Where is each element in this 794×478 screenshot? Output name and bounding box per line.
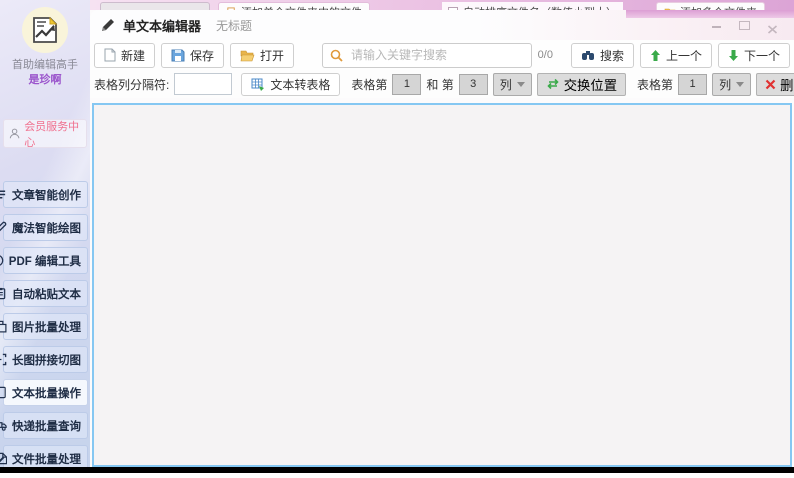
pencil-icon (102, 19, 114, 31)
previous-button-label: 上一个 (665, 48, 702, 63)
swap-position-label: 交换位置 (563, 77, 618, 93)
text-to-table-label: 文本转表格 (270, 77, 331, 92)
app-logo-icon (22, 7, 68, 53)
save-button-label: 保存 (190, 48, 215, 63)
member-service-center-label: 会员服务中心 (24, 120, 80, 149)
partial-button[interactable] (100, 2, 210, 10)
column-c-input[interactable] (678, 73, 708, 95)
column-a-input[interactable] (392, 73, 422, 95)
clipboard-icon (0, 287, 6, 300)
panel-title: 单文本编辑器 (123, 18, 202, 34)
separator-input[interactable] (174, 73, 233, 95)
images-icon (0, 320, 7, 333)
person-icon (9, 128, 20, 139)
column-unit-dropdown-b[interactable]: 列 (712, 72, 752, 96)
auto-sort-checkbox-group[interactable]: 自动排序文件名（数值小到大） (442, 2, 623, 10)
maximize-button[interactable] (739, 21, 750, 30)
add-multiple-folders-button[interactable]: 添加多个文件夹 (656, 2, 765, 10)
sidebar-item-label: 魔法智能绘图 (12, 222, 81, 235)
previous-button[interactable]: 上一个 (639, 42, 712, 68)
column-b-input[interactable] (458, 73, 488, 95)
column-unit-dropdown-a[interactable]: 列 (492, 72, 532, 96)
sidebar-menu: 文章智能创作 魔法智能绘图 PDF 编辑工具 自动粘贴文本 图片批量处理 长图拼… (0, 181, 88, 478)
table-toolbar: 表格列分隔符: 文本转表格 表格第 和 第 列 交换位置 表格第 列 删除 文本… (90, 70, 794, 98)
truck-icon (0, 422, 7, 431)
bottom-edge-bar (0, 467, 794, 473)
sidebar-item-label: 文件批量处理 (12, 453, 81, 466)
sidebar-item-magic-ai-drawing[interactable]: 魔法智能绘图 (0, 214, 88, 241)
delete-x-icon (765, 79, 776, 89)
table-no-label-a: 表格第 (351, 77, 388, 92)
column-unit-label-b: 列 (719, 77, 732, 92)
open-button[interactable]: 打开 (230, 42, 295, 68)
table-no-label-b: 表格第 (637, 77, 674, 92)
sidebar-item-label: 文章智能创作 (12, 189, 81, 202)
file-toolbar: 新建 保存 打开 0/0 搜索 上一个 下一个 (90, 40, 794, 70)
search-box (322, 42, 532, 68)
table-convert-icon (251, 78, 265, 91)
close-button[interactable] (767, 21, 778, 34)
sidebar-item-label: 文本批量操作 (12, 387, 81, 400)
lines-icon (0, 190, 6, 199)
search-button-label: 搜索 (599, 48, 624, 63)
window-controls (711, 21, 778, 34)
search-button[interactable]: 搜索 (570, 42, 634, 68)
crop-frame-icon (0, 353, 7, 366)
app-name: 首助编辑高手 (12, 59, 78, 71)
save-button[interactable]: 保存 (161, 42, 225, 68)
save-icon (171, 49, 185, 62)
sidebar-item-text-batch-operations[interactable]: 文本批量操作 (0, 379, 88, 406)
arrow-up-icon (650, 49, 660, 61)
chevron-down-icon (516, 81, 525, 87)
arrow-down-icon (728, 49, 738, 61)
new-button[interactable]: 新建 (94, 42, 156, 68)
circle-a-icon (0, 255, 4, 266)
sidebar-item-label: 快递批量查询 (12, 420, 81, 433)
outer-window-edge (626, 10, 794, 18)
search-input[interactable] (349, 47, 524, 63)
sidebar-item-label: PDF 编辑工具 (8, 255, 81, 268)
minimize-button[interactable] (711, 21, 722, 30)
user-name: 是珍啊 (28, 74, 62, 86)
sidebar-item-label: 图片批量处理 (12, 321, 81, 334)
search-icon (330, 49, 343, 62)
binoculars-icon (581, 50, 594, 60)
swap-icon (547, 78, 559, 90)
swap-position-button[interactable]: 交换位置 (536, 72, 627, 96)
next-button-label: 下一个 (743, 48, 780, 63)
new-file-icon (104, 48, 116, 62)
pen-icon (0, 221, 7, 232)
sidebar: 首助编辑高手 是珍啊 会员服务中心 文章智能创作 魔法智能绘图 PDF 编辑工具… (0, 0, 90, 472)
file-edit-icon (0, 452, 7, 465)
delete-button[interactable]: 删除 (756, 72, 794, 96)
open-folder-icon (240, 50, 255, 61)
new-button-label: 新建 (121, 48, 146, 63)
sidebar-item-long-image-stitch-cut[interactable]: 长图拼接切图 (0, 346, 88, 373)
editor-content[interactable] (92, 103, 792, 467)
sidebar-item-pdf-tools[interactable]: PDF 编辑工具 (0, 247, 88, 274)
member-service-center-button[interactable]: 会员服务中心 (3, 119, 87, 149)
next-button[interactable]: 下一个 (717, 42, 790, 68)
notebook-icon (0, 386, 6, 399)
separator-label: 表格列分隔符: (94, 77, 170, 92)
sidebar-item-auto-paste-text[interactable]: 自动粘贴文本 (0, 280, 88, 307)
sidebar-item-article-ai-writing[interactable]: 文章智能创作 (0, 181, 88, 208)
close-icon (767, 25, 778, 34)
column-unit-label-a: 列 (499, 77, 512, 92)
chevron-down-icon (736, 81, 745, 87)
text-to-table-button[interactable]: 文本转表格 (241, 72, 341, 96)
outer-window-toolbar: 添加单个文件夹中的文件 自动排序文件名（数值小到大） 添加多个文件夹 (90, 0, 794, 10)
sidebar-item-label: 长图拼接切图 (12, 354, 81, 367)
document-title: 无标题 (216, 18, 253, 33)
open-button-label: 打开 (260, 48, 285, 63)
delete-button-label: 删除 (780, 77, 794, 93)
sidebar-item-express-batch-query[interactable]: 快递批量查询 (0, 412, 88, 439)
editor-panel-titlebar: 单文本编辑器 无标题 (90, 10, 794, 40)
sidebar-item-label: 自动粘贴文本 (12, 288, 81, 301)
app-logo (21, 6, 69, 54)
search-match-count: 0/0 (537, 49, 553, 61)
add-single-folder-files-button[interactable]: 添加单个文件夹中的文件 (218, 2, 370, 10)
and-label: 和 第 (426, 77, 454, 92)
sidebar-item-image-batch-processing[interactable]: 图片批量处理 (0, 313, 88, 340)
